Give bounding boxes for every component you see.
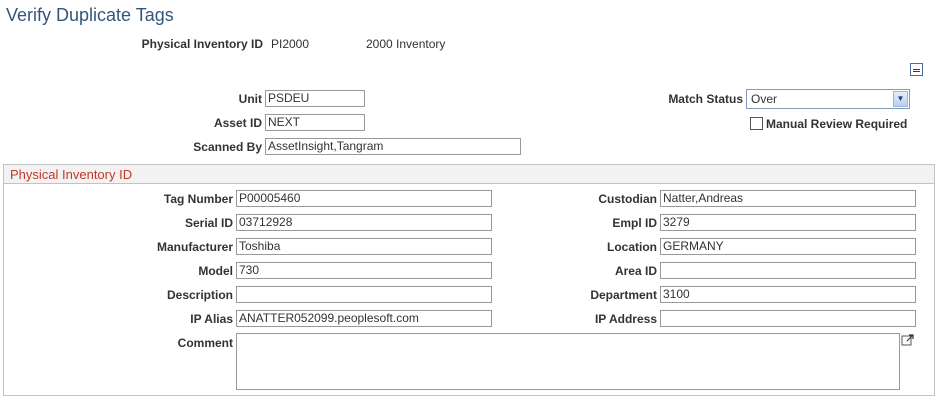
physical-inventory-id-value: PI2000 xyxy=(271,37,310,51)
tag-number-label: Tag Number xyxy=(163,192,233,206)
empl-id-field[interactable]: 3279 xyxy=(660,214,916,231)
comment-label: Comment xyxy=(177,336,233,350)
serial-id-label: Serial ID xyxy=(184,216,233,230)
unit-field[interactable]: PSDEU xyxy=(265,90,365,107)
custodian-label: Custodian xyxy=(598,192,657,206)
area-id-label: Area ID xyxy=(614,264,657,278)
tag-number-field[interactable]: P00005460 xyxy=(236,190,492,207)
manual-review-checkbox[interactable] xyxy=(750,117,763,130)
ip-address-label: IP Address xyxy=(594,312,657,326)
location-field[interactable]: GERMANY xyxy=(660,238,916,255)
match-status-value: Over xyxy=(751,92,778,106)
model-label: Model xyxy=(198,264,233,278)
scanned-by-field[interactable]: AssetInsight,Tangram xyxy=(265,138,521,155)
physical-inventory-description: 2000 Inventory xyxy=(366,37,446,51)
expand-window-icon[interactable] xyxy=(901,333,915,347)
section-title: Physical Inventory ID xyxy=(10,167,133,182)
physical-inventory-id-label: Physical Inventory ID xyxy=(141,37,263,51)
ip-alias-label: IP Alias xyxy=(190,312,233,326)
department-field[interactable]: 3100 xyxy=(660,286,916,303)
model-field[interactable]: 730 xyxy=(236,262,492,279)
ip-alias-field[interactable]: ANATTER052099.peoplesoft.com xyxy=(236,310,492,327)
section-header: Physical Inventory ID xyxy=(4,165,934,184)
match-status-label: Match Status xyxy=(668,92,743,106)
empl-id-label: Empl ID xyxy=(612,216,657,230)
asset-id-label: Asset ID xyxy=(213,116,262,130)
custodian-field[interactable]: Natter,Andreas xyxy=(660,190,916,207)
unit-label: Unit xyxy=(238,92,262,106)
manufacturer-label: Manufacturer xyxy=(156,240,233,254)
scanned-by-label: Scanned By xyxy=(193,140,262,154)
manual-review-label: Manual Review Required xyxy=(766,117,908,131)
manufacturer-field[interactable]: Toshiba xyxy=(236,238,492,255)
area-id-field[interactable] xyxy=(660,262,916,279)
collapse-minus-icon[interactable] xyxy=(910,63,923,76)
comment-textarea[interactable] xyxy=(236,333,900,390)
serial-id-field[interactable]: 03712928 xyxy=(236,214,492,231)
page-title: Verify Duplicate Tags xyxy=(6,5,174,25)
location-label: Location xyxy=(607,240,657,254)
asset-id-field[interactable]: NEXT xyxy=(265,114,365,131)
description-label: Description xyxy=(166,288,233,302)
match-status-select[interactable]: Over ▼ xyxy=(746,89,910,109)
ip-address-field[interactable] xyxy=(660,310,916,327)
chevron-down-icon[interactable]: ▼ xyxy=(893,91,908,107)
description-field[interactable] xyxy=(236,286,492,303)
department-label: Department xyxy=(590,288,657,302)
